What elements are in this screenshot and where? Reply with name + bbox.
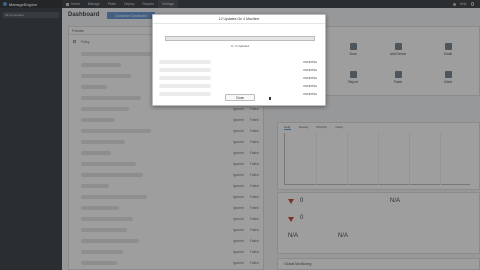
dialog-title: 12 Updates On 4 Machine [153, 15, 325, 24]
progress-text: 0 / 4 Updated [230, 44, 249, 48]
update-row: PENDING [159, 58, 321, 65]
update-status: PENDING [303, 59, 317, 64]
update-row: PENDING [159, 74, 321, 81]
update-status: PENDING [303, 75, 317, 80]
update-row: PENDING [159, 66, 321, 73]
update-name [159, 59, 211, 64]
update-name [159, 67, 211, 72]
update-status: PENDING [303, 83, 317, 88]
update-name [159, 91, 211, 96]
update-row: PENDING [159, 82, 321, 89]
mouse-cursor-icon [269, 97, 271, 100]
close-button[interactable]: Close [225, 94, 255, 101]
update-progress-dialog: 12 Updates On 4 Machine 0 / 4 Updated PE… [152, 14, 326, 106]
progress-bar [165, 36, 315, 41]
update-status: PENDING [303, 91, 317, 96]
update-status: PENDING [303, 67, 317, 72]
update-name [159, 83, 211, 88]
update-name [159, 75, 211, 80]
